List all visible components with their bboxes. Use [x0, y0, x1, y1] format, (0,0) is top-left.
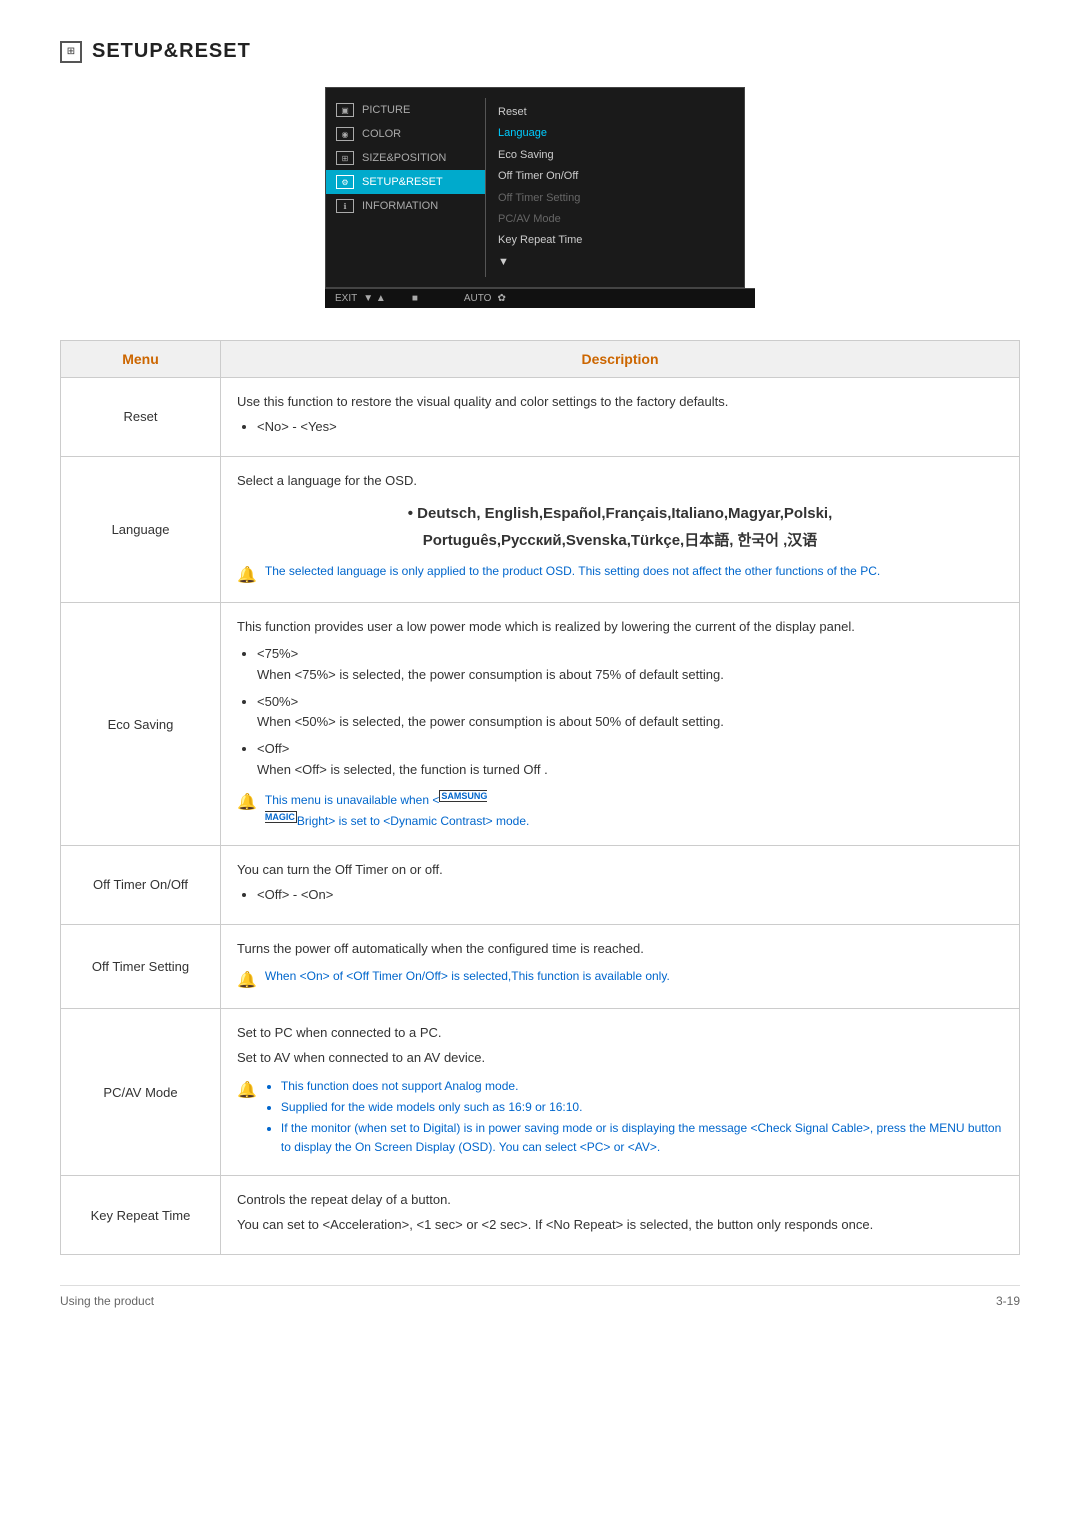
- osd-label-setup: SETUP&RESET: [362, 176, 443, 188]
- reset-options: <No> - <Yes>: [257, 417, 1003, 438]
- eco-50-detail: When <50%> is selected, the power consum…: [257, 714, 724, 729]
- pcav-note: 🔔 This function does not support Analog …: [237, 1077, 1003, 1162]
- eco-bullets: <75%> When <75%> is selected, the power …: [257, 644, 1003, 781]
- setup-osd-icon: ⚙: [336, 175, 354, 189]
- size-icon: ⊞: [336, 151, 354, 165]
- info-icon: ℹ: [336, 199, 354, 213]
- osd-settings-icon: ✿: [497, 293, 505, 304]
- page-header: ⊞ SETUP&RESET: [60, 40, 1020, 63]
- col-header-menu: Menu: [61, 341, 221, 378]
- language-note: 🔔 The selected language is only applied …: [237, 562, 1003, 589]
- desc-cell-pcav: Set to PC when connected to a PC. Set to…: [221, 1009, 1020, 1176]
- menu-cell-reset: Reset: [61, 378, 221, 457]
- osd-item-size[interactable]: ⊞ SIZE&POSITION: [326, 146, 485, 170]
- desc-cell-language: Select a language for the OSD. • Deutsch…: [221, 456, 1020, 602]
- offtimer-note-text: When <On> of <Off Timer On/Off> is selec…: [265, 967, 670, 986]
- table-row-offtimer-setting: Off Timer Setting Turns the power off au…: [61, 924, 1020, 1008]
- osd-item-setup[interactable]: ⚙ SETUP&RESET: [326, 170, 485, 194]
- osd-right-keyrepeat: Key Repeat Time: [498, 230, 732, 251]
- eco-note: 🔔 This menu is unavailable when <SAMSUNG…: [237, 789, 1003, 831]
- offtimer-onoff-desc: You can turn the Off Timer on or off.: [237, 860, 1003, 881]
- main-table: Menu Description Reset Use this function…: [60, 340, 1020, 1255]
- offtimer-onoff-option: <Off> - <On>: [257, 885, 1003, 906]
- desc-cell-offtimer-setting: Turns the power off automatically when t…: [221, 924, 1020, 1008]
- menu-cell-ecosaving: Eco Saving: [61, 603, 221, 846]
- osd-right-reset: Reset: [498, 102, 732, 123]
- osd-exit-label: EXIT: [335, 293, 357, 304]
- language-intro: Select a language for the OSD.: [237, 471, 1003, 492]
- osd-auto-label: AUTO: [464, 293, 492, 304]
- note-icon-offtimer: 🔔: [237, 968, 257, 994]
- osd-item-color[interactable]: ◉ COLOR: [326, 122, 485, 146]
- table-row-offtimer-onoff: Off Timer On/Off You can turn the Off Ti…: [61, 846, 1020, 925]
- osd-right-ecosaving: Eco Saving: [498, 145, 732, 166]
- page-title: SETUP&RESET: [92, 40, 251, 63]
- table-row-pcav: PC/AV Mode Set to PC when connected to a…: [61, 1009, 1020, 1176]
- language-note-text: The selected language is only applied to…: [265, 562, 880, 581]
- pcav-desc-av: Set to AV when connected to an AV device…: [237, 1048, 1003, 1069]
- osd-label-info: INFORMATION: [362, 200, 438, 212]
- keyrepeat-desc2: You can set to <Acceleration>, <1 sec> o…: [237, 1215, 1003, 1236]
- desc-cell-ecosaving: This function provides user a low power …: [221, 603, 1020, 846]
- desc-cell-offtimer-onoff: You can turn the Off Timer on or off. <O…: [221, 846, 1020, 925]
- page-footer: Using the product 3-19: [60, 1285, 1020, 1308]
- col-header-desc: Description: [221, 341, 1020, 378]
- note-icon-language: 🔔: [237, 563, 257, 589]
- desc-cell-reset: Use this function to restore the visual …: [221, 378, 1020, 457]
- eco-75-detail: When <75%> is selected, the power consum…: [257, 667, 724, 682]
- menu-cell-keyrepeat: Key Repeat Time: [61, 1176, 221, 1255]
- picture-icon: ▣: [336, 103, 354, 117]
- table-row-keyrepeat: Key Repeat Time Controls the repeat dela…: [61, 1176, 1020, 1255]
- pcav-note-list: This function does not support Analog mo…: [265, 1077, 1003, 1162]
- osd-right-offtimer-onoff: Off Timer On/Off: [498, 166, 732, 187]
- keyrepeat-desc1: Controls the repeat delay of a button.: [237, 1190, 1003, 1211]
- note-icon-eco: 🔔: [237, 790, 257, 816]
- osd-container: ▣ PICTURE ◉ COLOR ⊞ SIZE&POSITION ⚙ SETU…: [60, 87, 1020, 308]
- pcav-note-analog: This function does not support Analog mo…: [281, 1077, 1003, 1096]
- osd-item-picture[interactable]: ▣ PICTURE: [326, 98, 485, 122]
- footer-right: 3-19: [996, 1294, 1020, 1308]
- eco-bullet-off: <Off> When <Off> is selected, the functi…: [257, 739, 1003, 781]
- desc-cell-keyrepeat: Controls the repeat delay of a button. Y…: [221, 1176, 1020, 1255]
- table-row-language: Language Select a language for the OSD. …: [61, 456, 1020, 602]
- pcav-note-digital: If the monitor (when set to Digital) is …: [281, 1119, 1003, 1157]
- osd-item-info[interactable]: ℹ INFORMATION: [326, 194, 485, 218]
- osd-label-size: SIZE&POSITION: [362, 152, 446, 164]
- pcav-desc-pc: Set to PC when connected to a PC.: [237, 1023, 1003, 1044]
- color-icon: ◉: [336, 127, 354, 141]
- eco-off-detail: When <Off> is selected, the function is …: [257, 762, 548, 777]
- footer-left: Using the product: [60, 1294, 154, 1308]
- offtimer-onoff-options: <Off> - <On>: [257, 885, 1003, 906]
- osd-label-picture: PICTURE: [362, 104, 410, 116]
- osd-select-icon: ■: [412, 293, 418, 304]
- menu-cell-pcav: PC/AV Mode: [61, 1009, 221, 1176]
- osd-right-panel: Reset Language Eco Saving Off Timer On/O…: [486, 98, 744, 277]
- menu-cell-offtimer-onoff: Off Timer On/Off: [61, 846, 221, 925]
- osd-right-language: Language: [498, 123, 732, 144]
- menu-cell-language: Language: [61, 456, 221, 602]
- osd-right-arrow: ▼: [498, 252, 732, 273]
- osd-right-offtimer-setting: Off Timer Setting: [498, 188, 732, 209]
- pcav-note-wide: Supplied for the wide models only such a…: [281, 1098, 1003, 1117]
- osd-left-panel: ▣ PICTURE ◉ COLOR ⊞ SIZE&POSITION ⚙ SETU…: [326, 98, 486, 277]
- setup-icon: ⊞: [60, 41, 82, 63]
- table-row-reset: Reset Use this function to restore the v…: [61, 378, 1020, 457]
- reset-desc-line1: Use this function to restore the visual …: [237, 392, 1003, 413]
- offtimer-note: 🔔 When <On> of <Off Timer On/Off> is sel…: [237, 967, 1003, 994]
- eco-bullet-50: <50%> When <50%> is selected, the power …: [257, 692, 1003, 734]
- table-row-ecosaving: Eco Saving This function provides user a…: [61, 603, 1020, 846]
- offtimer-setting-desc: Turns the power off automatically when t…: [237, 939, 1003, 960]
- osd-right-pcav: PC/AV Mode: [498, 209, 732, 230]
- note-icon-pcav: 🔔: [237, 1078, 257, 1104]
- eco-intro: This function provides user a low power …: [237, 617, 1003, 638]
- osd-menu: ▣ PICTURE ◉ COLOR ⊞ SIZE&POSITION ⚙ SETU…: [325, 87, 745, 288]
- menu-cell-offtimer-setting: Off Timer Setting: [61, 924, 221, 1008]
- language-list: • Deutsch, English,Español,Français,Ital…: [237, 500, 1003, 554]
- eco-bullet-75: <75%> When <75%> is selected, the power …: [257, 644, 1003, 686]
- osd-label-color: COLOR: [362, 128, 401, 140]
- eco-note-text: This menu is unavailable when <SAMSUNGMA…: [265, 789, 529, 831]
- osd-nav-icons: ▼ ▲: [363, 293, 386, 304]
- osd-bottom-bar: EXIT ▼ ▲ ■ AUTO ✿: [325, 288, 755, 308]
- reset-option-no-yes: <No> - <Yes>: [257, 417, 1003, 438]
